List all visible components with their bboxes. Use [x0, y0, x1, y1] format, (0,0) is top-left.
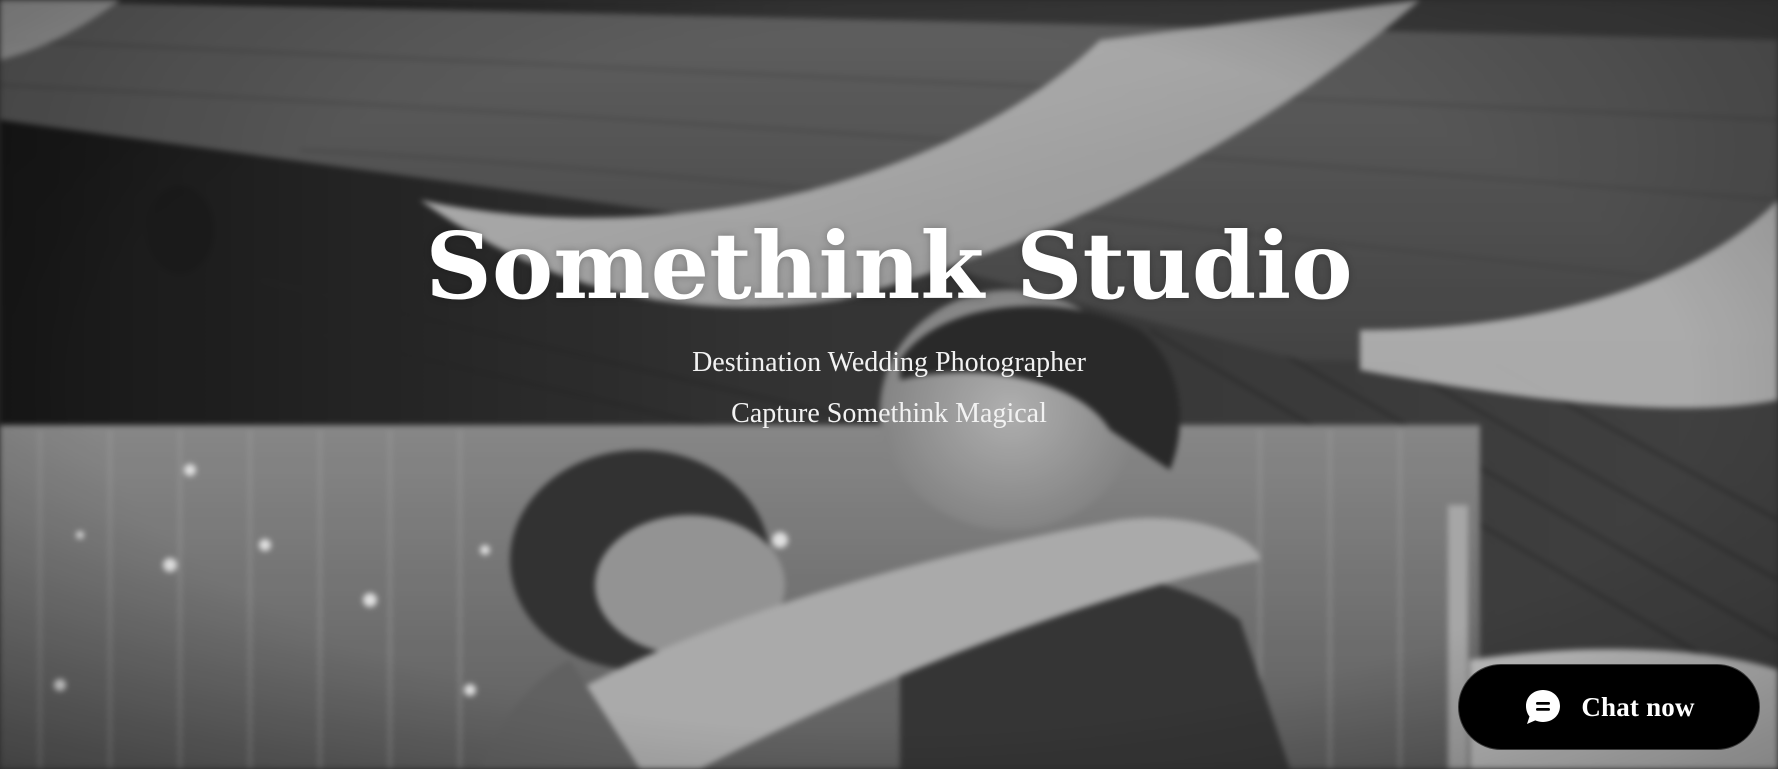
chat-bubble-icon [1526, 690, 1561, 724]
site-title: Somethink Studio [425, 212, 1353, 320]
hero-background-photo [0, 0, 1778, 769]
tagline-capture: Capture Somethink Magical [731, 398, 1047, 429]
tagline-destination: Destination Wedding Photographer [692, 347, 1086, 378]
chat-now-label: Chat now [1581, 691, 1695, 722]
chat-now-button[interactable]: Chat now [1458, 664, 1760, 750]
hero-section: Somethink Studio Destination Wedding Pho… [0, 0, 1778, 769]
